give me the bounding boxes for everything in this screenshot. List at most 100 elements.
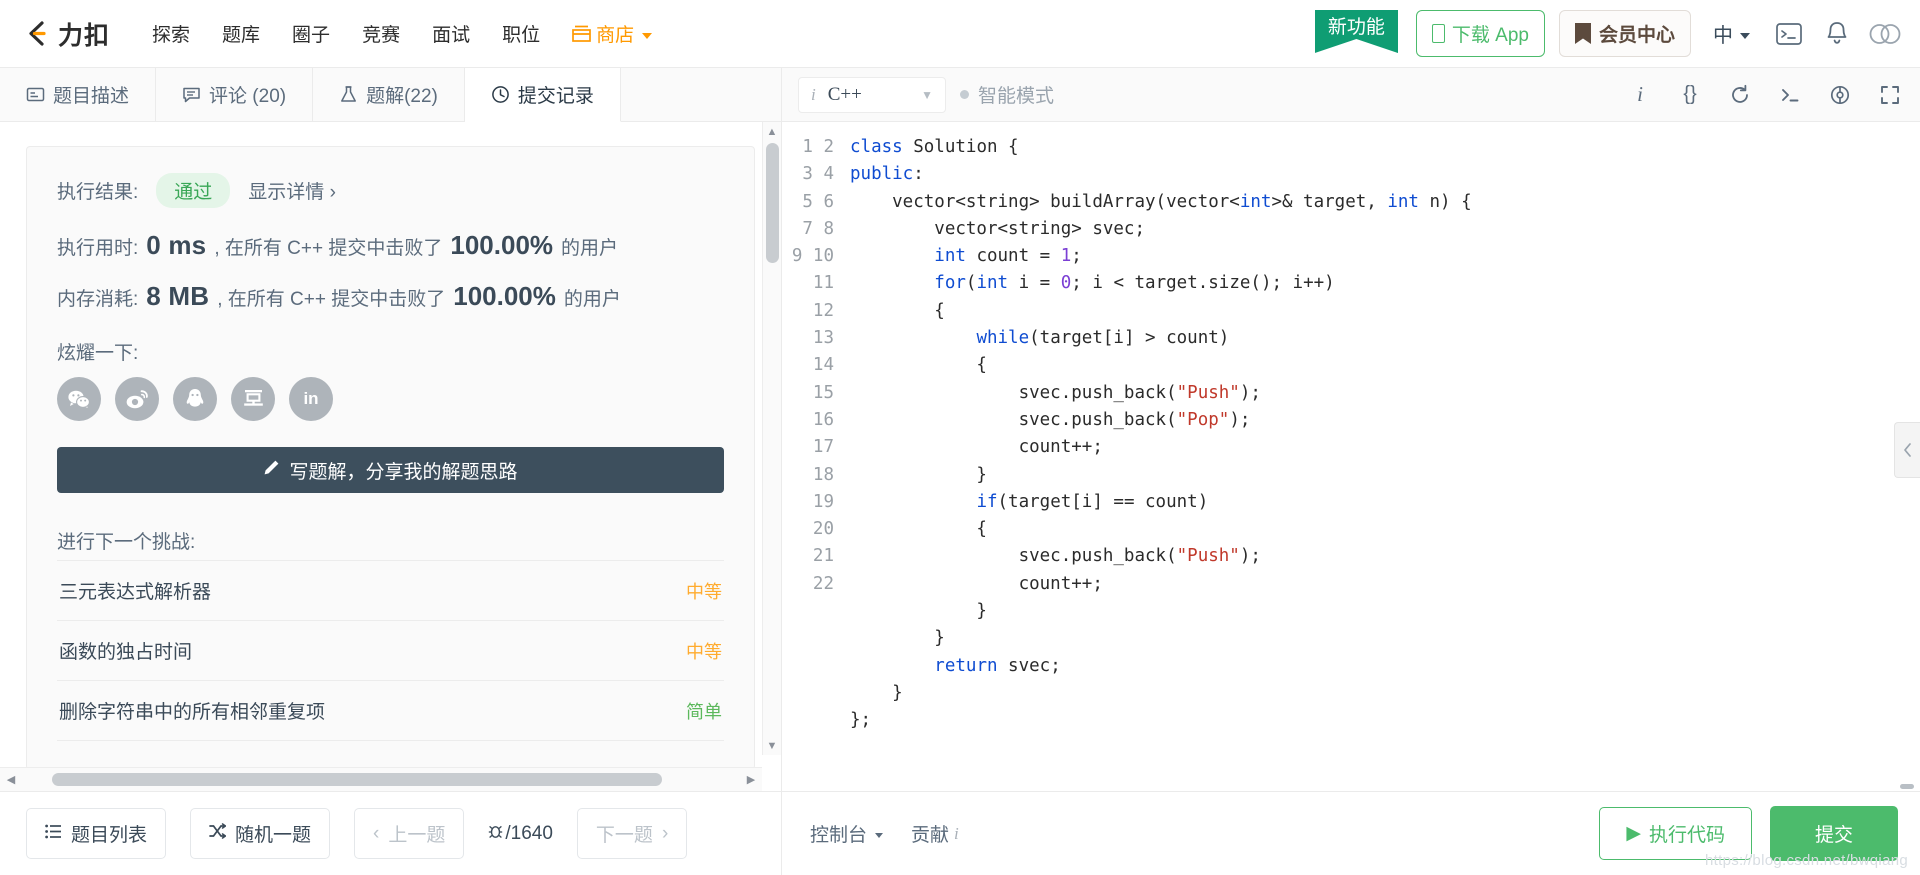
scroll-up-arrow-icon[interactable]: ▲ [763, 122, 782, 141]
code-editor-area[interactable]: 1 2 3 4 5 6 7 8 9 10 11 12 13 14 15 16 1… [782, 122, 1920, 791]
run-code-button[interactable]: ▶ 执行代码 [1599, 807, 1752, 860]
qq-share-icon[interactable] [173, 377, 217, 421]
fullscreen-icon[interactable] [1878, 83, 1902, 107]
code-scroll-thumb[interactable] [1900, 784, 1914, 789]
user-avatar[interactable] [1868, 17, 1902, 51]
previous-problem-button[interactable]: ‹ 上一题 [354, 808, 465, 859]
runtime-label: 执行用时: [57, 238, 139, 259]
nav-item-contest[interactable]: 竞赛 [346, 14, 416, 53]
code-horizontal-scrollbar[interactable] [782, 781, 1920, 791]
download-app-button[interactable]: 下载 App [1415, 10, 1545, 57]
clock-icon [491, 85, 510, 104]
main-nav-links: 探索 题库 圈子 竞赛 面试 职位 商店 [136, 14, 668, 53]
left-pane-vertical-scrollbar[interactable]: ▲ ▼ [762, 122, 781, 755]
tab-submissions[interactable]: 提交记录 [464, 68, 621, 122]
challenge-row[interactable]: 三元表达式解析器 中等 [57, 561, 724, 621]
language-selector[interactable]: i C++ ▼ [798, 76, 946, 113]
vertical-scroll-track[interactable] [763, 141, 782, 736]
source-code[interactable]: class Solution { public: vector<string> … [848, 122, 1920, 791]
smart-mode-toggle[interactable]: 智能模式 [960, 81, 1054, 108]
runtime-percentile: 100.00% [450, 230, 554, 260]
leetcode-logo[interactable]: 力扣 [22, 16, 110, 52]
terminal-icon[interactable] [1778, 83, 1802, 107]
reset-icon[interactable] [1728, 83, 1752, 107]
contribute-label: 贡献 [911, 825, 950, 846]
bottom-toolbar: 题目列表 随机一题 ‹ 上一题 /1640 下一题 › 控制台 贡献 i ▶ 执… [0, 791, 1920, 875]
horizontal-scroll-track[interactable] [22, 768, 740, 792]
store-label: 商店 [596, 25, 635, 46]
nav-item-circle[interactable]: 圈子 [276, 14, 346, 53]
challenge-title: 函数的独占时间 [59, 642, 193, 663]
challenge-title: 删除字符串中的所有相邻重复项 [59, 702, 326, 723]
tab-solutions-label: 题解(22) [366, 86, 438, 107]
language-switcher[interactable]: 中 [1705, 15, 1758, 52]
chevron-right-icon: › [661, 822, 669, 844]
nav-item-problems[interactable]: 题库 [206, 14, 276, 53]
horizontal-scroll-thumb[interactable] [52, 772, 662, 786]
footer-action-buttons: ▶ 执行代码 提交 [1599, 806, 1898, 861]
info-icon: i [811, 84, 816, 104]
line-number-gutter: 1 2 3 4 5 6 7 8 9 10 11 12 13 14 15 16 1… [791, 137, 834, 594]
console-toggle[interactable]: 控制台 [810, 820, 884, 847]
next-problem-button[interactable]: 下一题 › [576, 808, 688, 859]
nav-item-store[interactable]: 商店 [556, 14, 668, 53]
submit-button[interactable]: 提交 [1769, 806, 1898, 861]
chevron-down-icon: ▼ [921, 87, 933, 102]
vertical-scroll-thumb[interactable] [765, 143, 779, 263]
nav-item-interview[interactable]: 面试 [416, 14, 486, 53]
tab-description[interactable]: 题目描述 [0, 68, 157, 121]
previous-problem-label: 上一题 [388, 825, 446, 846]
show-detail-link[interactable]: 显示详情 › [248, 177, 336, 204]
left-pane-horizontal-scrollbar[interactable]: ◀ ▶ [0, 767, 762, 791]
side-panel-toggle[interactable] [1894, 422, 1920, 478]
bookmark-icon [1574, 23, 1591, 44]
scroll-right-arrow-icon[interactable]: ▶ [740, 768, 762, 792]
random-problem-button[interactable]: 随机一题 [190, 808, 331, 859]
brand-name: 力扣 [58, 21, 111, 50]
submission-result-scroll: 执行结果: 通过 显示详情 › 执行用时: 0 ms , 在所有 C++ 提交中… [0, 122, 781, 791]
bug-icon [488, 823, 503, 845]
nav-item-jobs[interactable]: 职位 [486, 14, 556, 53]
runtime-suffix: 的用户 [561, 238, 619, 259]
submit-label: 提交 [1814, 825, 1853, 846]
write-solution-button[interactable]: 写题解，分享我的解题思路 [57, 447, 724, 493]
challenge-row[interactable]: 删除字符串中的所有相邻重复项 简单 [57, 681, 724, 741]
tab-solutions[interactable]: 题解(22) [313, 68, 465, 121]
nav-item-explore[interactable]: 探索 [136, 14, 206, 53]
next-challenge-title: 进行下一个挑战: [57, 532, 196, 553]
run-code-label: 执行代码 [1648, 825, 1725, 846]
notifications-button[interactable] [1820, 17, 1854, 51]
execution-result-row: 执行结果: 通过 显示详情 › [57, 173, 724, 208]
status-badge: 通过 [156, 173, 231, 208]
comment-icon [182, 85, 201, 104]
challenge-row[interactable]: 函数的独占时间 中等 [57, 621, 724, 681]
execution-result-label: 执行结果: [57, 182, 139, 203]
linkedin-share-icon[interactable]: in [289, 377, 333, 421]
settings-icon[interactable] [1828, 83, 1852, 107]
scroll-left-arrow-icon[interactable]: ◀ [0, 768, 22, 792]
next-challenge-list: 三元表达式解析器 中等 函数的独占时间 中等 删除字符串中的所有相邻重复项 简单 [57, 560, 724, 741]
selected-language: C++ [827, 83, 862, 105]
info-icon[interactable]: i [1628, 82, 1652, 107]
download-app-label: 下载 App [1451, 25, 1529, 46]
memory-percentile: 100.00% [453, 281, 556, 311]
challenge-title: 三元表达式解析器 [59, 582, 212, 603]
top-navigation-bar: 力扣 探索 题库 圈子 竞赛 面试 职位 商店 新功能 下载 App 会员中心 … [0, 0, 1920, 68]
scroll-down-arrow-icon[interactable]: ▼ [763, 736, 782, 755]
contribute-link[interactable]: 贡献 i [911, 820, 959, 847]
format-braces-icon[interactable]: {} [1678, 83, 1702, 107]
douban-share-icon[interactable] [231, 377, 275, 421]
playground-button[interactable] [1772, 17, 1806, 51]
wechat-share-icon[interactable] [57, 377, 101, 421]
problem-list-button[interactable]: 题目列表 [26, 808, 167, 859]
show-detail-label: 显示详情 [248, 182, 325, 203]
tab-submissions-label: 提交记录 [517, 86, 594, 107]
problem-tabbar: 题目描述 评论 (20) 题解(22) 提交记录 [0, 68, 781, 122]
membership-button[interactable]: 会员中心 [1558, 10, 1691, 57]
challenge-difficulty: 简单 [686, 701, 722, 722]
tab-comments[interactable]: 评论 (20) [156, 68, 314, 121]
weibo-share-icon[interactable] [115, 377, 159, 421]
memory-value: 8 MB [146, 281, 210, 311]
chevron-left-icon: ‹ [373, 822, 380, 844]
footer-left-group: 题目列表 随机一题 ‹ 上一题 /1640 下一题 › [0, 792, 782, 875]
